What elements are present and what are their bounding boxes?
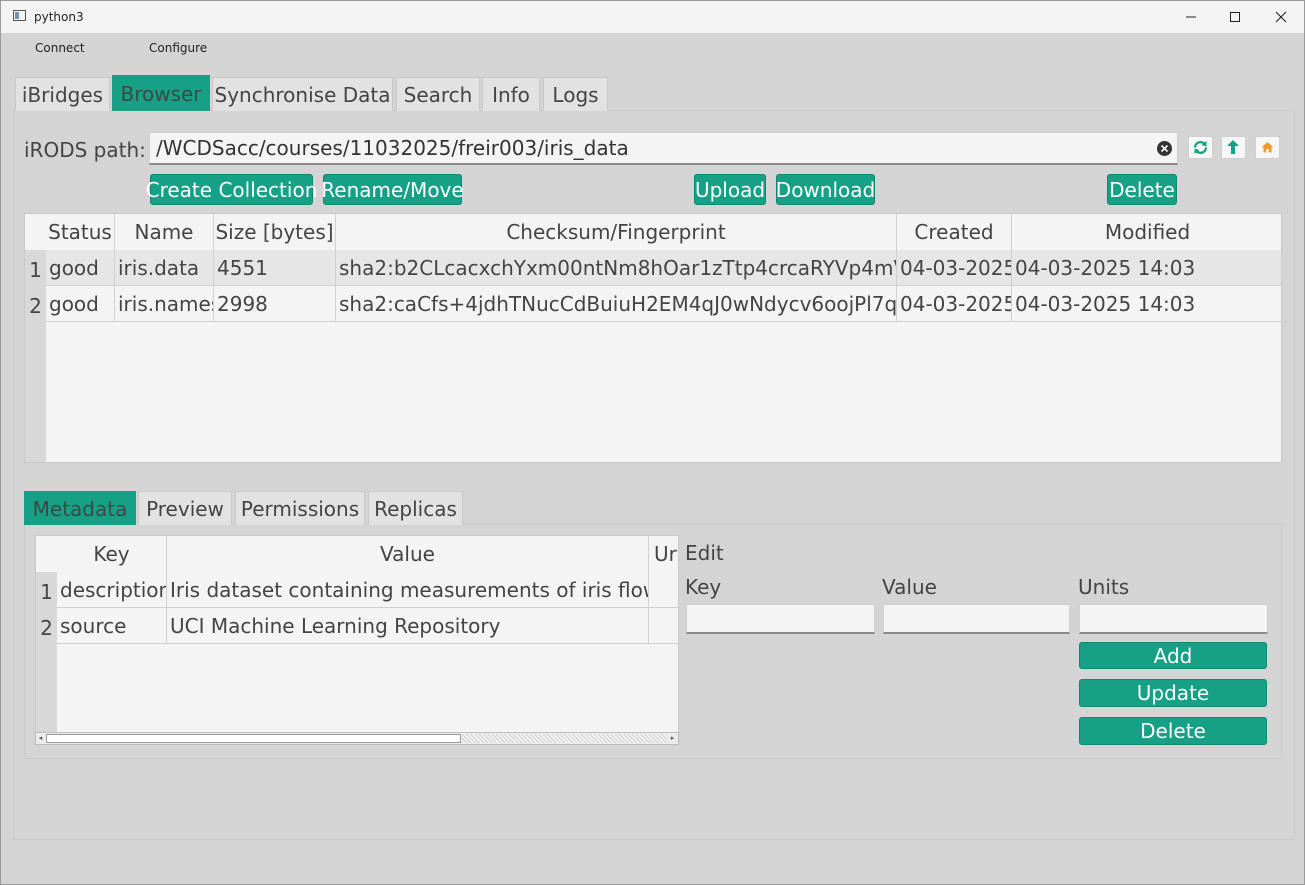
menu-connect[interactable]: Connect bbox=[35, 41, 85, 55]
cell-size: 4551 bbox=[214, 250, 336, 285]
minimize-icon bbox=[1186, 16, 1196, 18]
close-button[interactable] bbox=[1258, 1, 1304, 33]
cell-value: Iris dataset containing measurements of … bbox=[167, 572, 649, 607]
window-title: python3 bbox=[34, 10, 84, 24]
maximize-button[interactable] bbox=[1212, 1, 1258, 33]
tab-browser[interactable]: Browser bbox=[112, 75, 210, 111]
tab-info[interactable]: Info bbox=[482, 77, 540, 111]
tab-metadata[interactable]: Metadata bbox=[24, 491, 136, 525]
app-window: python3 Connect Configure iBridges Brows… bbox=[0, 0, 1305, 885]
scroll-thumb[interactable] bbox=[46, 734, 461, 743]
title-bar: python3 bbox=[1, 1, 1304, 33]
cell-key: description bbox=[57, 572, 167, 607]
table-row[interactable]: good iris.names 2998 sha2:caCfs+4jdhTNuc… bbox=[46, 286, 1281, 322]
cell-created: 04-03-2025 bbox=[897, 250, 1012, 285]
tab-replicas[interactable]: Replicas bbox=[368, 491, 463, 525]
create-collection-button[interactable]: Create Collection bbox=[146, 174, 317, 205]
table-corner bbox=[36, 536, 57, 572]
cell-checksum: sha2:caCfs+4jdhTNucCdBuiuH2EM4qJ0wNdycv6… bbox=[336, 286, 897, 321]
irods-path-input[interactable] bbox=[149, 132, 1178, 165]
table-row[interactable]: source UCI Machine Learning Repository bbox=[57, 608, 678, 644]
cell-checksum: sha2:b2CLcacxchYxm00ntNm8hOar1zTtp4crcaR… bbox=[336, 250, 897, 285]
tab-search[interactable]: Search bbox=[396, 77, 480, 111]
edit-value-input[interactable] bbox=[883, 604, 1070, 634]
refresh-button[interactable] bbox=[1188, 136, 1213, 159]
table-corner bbox=[25, 214, 46, 250]
cell-units bbox=[649, 572, 678, 607]
scroll-track[interactable] bbox=[462, 734, 667, 743]
edit-key-input[interactable] bbox=[686, 604, 875, 634]
maximize-icon bbox=[1230, 12, 1240, 22]
edit-key-label: Key bbox=[685, 575, 722, 599]
header-value[interactable]: Value bbox=[167, 536, 649, 572]
clear-path-button[interactable] bbox=[1157, 141, 1172, 156]
header-name[interactable]: Name bbox=[115, 214, 214, 250]
metadata-table: Key Value Ur 1 description Iris dataset … bbox=[35, 535, 679, 733]
row-number: 2 bbox=[29, 294, 42, 318]
menu-bar: Connect Configure bbox=[1, 33, 1304, 63]
minimize-button[interactable] bbox=[1168, 1, 1214, 33]
edit-units-input[interactable] bbox=[1079, 604, 1268, 634]
arrow-up-icon bbox=[1227, 140, 1239, 154]
header-checksum[interactable]: Checksum/Fingerprint bbox=[336, 214, 897, 250]
row-number: 1 bbox=[40, 580, 53, 604]
upload-button[interactable]: Upload bbox=[694, 174, 766, 205]
rename-move-button[interactable]: Rename/Move bbox=[321, 174, 464, 205]
table-row[interactable]: good iris.data 4551 sha2:b2CLcacxchYxm00… bbox=[46, 250, 1281, 286]
row-number: 2 bbox=[40, 616, 53, 640]
clear-icon bbox=[1160, 144, 1169, 153]
header-key[interactable]: Key bbox=[57, 536, 167, 572]
tab-ibridges[interactable]: iBridges bbox=[15, 77, 110, 111]
cell-name: iris.data bbox=[115, 250, 214, 285]
refresh-icon bbox=[1193, 140, 1208, 155]
irods-path-label: iRODS path: bbox=[24, 138, 146, 162]
menu-configure[interactable]: Configure bbox=[149, 41, 207, 55]
app-window-icon bbox=[13, 10, 26, 21]
metadata-horizontal-scrollbar[interactable]: ◂ ▸ bbox=[35, 732, 679, 745]
update-metadata-button[interactable]: Update bbox=[1079, 679, 1267, 707]
tab-logs[interactable]: Logs bbox=[543, 77, 608, 111]
cell-key: source bbox=[57, 608, 167, 643]
tab-synchronise-data[interactable]: Synchronise Data bbox=[212, 77, 393, 111]
scroll-right-icon[interactable]: ▸ bbox=[668, 734, 677, 743]
edit-value-label: Value bbox=[882, 575, 937, 599]
header-modified[interactable]: Modified bbox=[1012, 214, 1281, 250]
close-icon bbox=[1275, 11, 1287, 23]
tab-preview[interactable]: Preview bbox=[138, 491, 232, 525]
home-icon bbox=[1261, 142, 1274, 153]
header-units[interactable]: Ur bbox=[649, 536, 678, 572]
delete-metadata-button[interactable]: Delete bbox=[1079, 717, 1267, 745]
download-button[interactable]: Download bbox=[776, 174, 875, 205]
cell-value: UCI Machine Learning Repository bbox=[167, 608, 649, 643]
home-button[interactable] bbox=[1255, 136, 1280, 159]
row-number: 1 bbox=[29, 258, 42, 282]
scroll-left-icon[interactable]: ◂ bbox=[36, 734, 45, 743]
edit-units-label: Units bbox=[1078, 575, 1130, 599]
cell-units bbox=[649, 608, 678, 643]
cell-status: good bbox=[46, 286, 115, 321]
delete-button[interactable]: Delete bbox=[1107, 174, 1177, 205]
add-metadata-button[interactable]: Add bbox=[1079, 642, 1267, 669]
header-created[interactable]: Created bbox=[897, 214, 1012, 250]
header-status[interactable]: Status bbox=[46, 214, 115, 250]
tab-permissions[interactable]: Permissions bbox=[235, 491, 365, 525]
edit-title: Edit bbox=[685, 541, 724, 565]
cell-modified: 04-03-2025 14:03 bbox=[1015, 291, 1196, 316]
header-size[interactable]: Size [bytes] bbox=[214, 214, 336, 250]
cell-name: iris.names bbox=[115, 286, 214, 321]
cell-status: good bbox=[46, 250, 115, 285]
browser-table: Status Name Size [bytes] Checksum/Finger… bbox=[24, 213, 1282, 463]
cell-size: 2998 bbox=[214, 286, 336, 321]
parent-folder-button[interactable] bbox=[1221, 136, 1246, 159]
table-row[interactable]: description Iris dataset containing meas… bbox=[57, 572, 678, 608]
cell-created: 04-03-2025 bbox=[897, 286, 1012, 321]
cell-modified: 04-03-2025 14:03 bbox=[1015, 255, 1196, 280]
